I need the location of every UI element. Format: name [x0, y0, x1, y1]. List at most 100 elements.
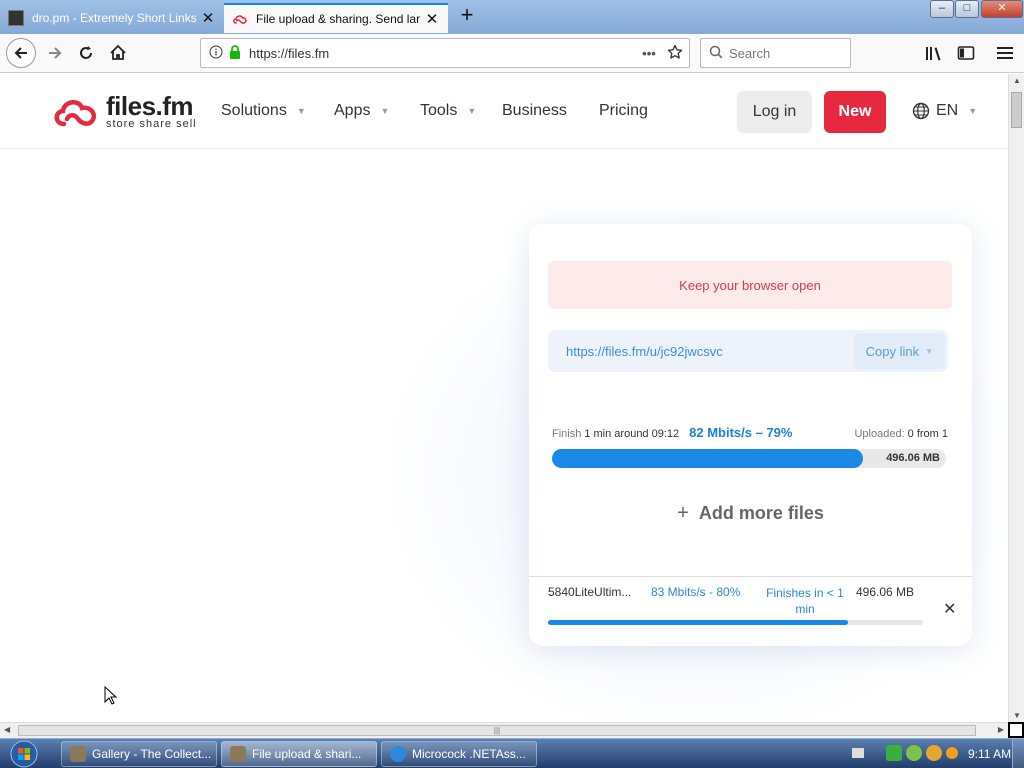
new-tab-button[interactable]: + [456, 4, 478, 27]
nav-label: Tools [420, 102, 458, 119]
add-more-label: Add more files [698, 503, 824, 523]
system-clock[interactable]: 9:11 AM [968, 747, 1011, 761]
task-label: Microcock .NETAss... [412, 747, 526, 761]
window-close-button[interactable]: ✕ [981, 0, 1023, 18]
resize-corner [1008, 722, 1024, 738]
network-icon[interactable] [886, 745, 902, 761]
ie-app-icon [390, 746, 406, 762]
upload-card: Keep your browser open https://files.fm/… [529, 224, 972, 646]
info-icon[interactable] [209, 44, 223, 62]
chevron-down-icon: ▼ [296, 106, 306, 116]
show-desktop-button[interactable] [1012, 739, 1024, 768]
horizontal-scrollbar[interactable]: ◀ ||| ▶ [0, 722, 1008, 738]
file-name: 5840LiteUltim... [548, 585, 632, 599]
file-eta: Finishes in < 1 min [766, 586, 844, 616]
home-icon [110, 44, 126, 60]
scroll-thumb[interactable]: ||| [18, 725, 976, 736]
tab-close-icon[interactable]: ✕ [424, 10, 440, 28]
arrow-left-icon [14, 47, 27, 59]
language-label: EN [936, 102, 959, 119]
window-minimize-button[interactable]: – [930, 0, 954, 18]
share-link-box: https://files.fm/u/jc92jwcsvc Copy link … [548, 330, 948, 372]
address-bar[interactable]: https://files.fm ••• [200, 38, 690, 68]
keep-browser-open-notice: Keep your browser open [548, 261, 952, 309]
browser-toolbar: https://files.fm ••• Search [0, 34, 1024, 73]
nav-label: Solutions [221, 102, 287, 119]
reload-button[interactable] [71, 38, 101, 68]
keyboard-icon[interactable] [852, 748, 864, 758]
chevron-down-icon: ▼ [968, 106, 978, 116]
mouse-pointer-icon [104, 686, 118, 705]
new-upload-button[interactable]: New [824, 91, 886, 133]
nav-label: Pricing [599, 102, 648, 119]
progress-fill [548, 620, 848, 625]
language-select[interactable]: EN ▼ [912, 102, 977, 120]
login-button[interactable]: Log in [737, 91, 812, 133]
browser-app-icon [70, 746, 86, 762]
file-upload-row: 5840LiteUltim... 83 Mbits/s - 80% Finish… [529, 576, 972, 646]
taskbar-item-gallery[interactable]: Gallery - The Collect... [61, 741, 217, 767]
search-placeholder: Search [729, 45, 771, 61]
uploaded-label: Uploaded: [854, 428, 905, 440]
uploaded-count: 0 from 1 [907, 428, 948, 440]
back-button[interactable] [6, 38, 36, 68]
hamburger-menu-icon[interactable] [994, 42, 1016, 64]
windows-taskbar: Gallery - The Collect... File upload & s… [0, 738, 1024, 768]
task-label: Gallery - The Collect... [92, 747, 212, 761]
file-speed: 83 Mbits/s - 80% [651, 585, 741, 599]
scroll-left-icon[interactable]: ◀ [4, 725, 10, 734]
bookmark-star-icon[interactable] [661, 44, 689, 63]
cancel-file-icon[interactable]: ✕ [943, 599, 956, 619]
browser-tab-dropm[interactable]: dro.pm - Extremely Short Links ✕ [0, 3, 224, 33]
scroll-thumb[interactable] [1011, 92, 1022, 128]
start-button[interactable] [4, 740, 44, 768]
home-button[interactable] [103, 38, 133, 68]
chevron-down-icon: ▼ [925, 346, 933, 356]
search-input[interactable]: Search [700, 38, 851, 68]
logo-tagline: store share sell [106, 118, 197, 130]
nav-business[interactable]: Business [502, 102, 567, 120]
vertical-scrollbar[interactable]: ▲ ▼ [1008, 74, 1024, 722]
tab-close-icon[interactable]: ✕ [200, 9, 216, 27]
taskbar-item-microcock[interactable]: Microcock .NETAss... [381, 741, 537, 767]
total-size: 496.06 MB [886, 452, 940, 464]
reload-icon [80, 46, 92, 59]
system-tray [852, 745, 962, 761]
progress-fill [552, 449, 864, 468]
taskbar-item-filesfm[interactable]: File upload & shari... [221, 741, 377, 767]
nav-tools[interactable]: Tools ▼ [420, 102, 476, 120]
share-url[interactable]: https://files.fm/u/jc92jwcsvc [548, 344, 854, 359]
window-maximize-button[interactable]: □ [955, 0, 979, 18]
dropm-favicon-icon [8, 10, 24, 26]
nav-pricing[interactable]: Pricing [599, 102, 648, 120]
windows-logo-icon [10, 740, 38, 768]
search-tray-icon[interactable] [946, 747, 958, 759]
copy-link-button[interactable]: Copy link ▼ [853, 333, 945, 369]
filesfm-logo[interactable]: files.fm store share sell [52, 91, 197, 130]
url-text[interactable]: https://files.fm [249, 46, 637, 61]
task-label: File upload & shari... [252, 747, 362, 761]
scroll-right-icon[interactable]: ▶ [998, 725, 1004, 734]
filesfm-favicon-icon [232, 11, 248, 27]
lock-icon[interactable] [229, 44, 241, 62]
nav-solutions[interactable]: Solutions ▼ [221, 102, 306, 120]
scroll-up-icon[interactable]: ▲ [1013, 76, 1021, 85]
volume-icon[interactable] [926, 745, 942, 761]
browser-tab-filesfm[interactable]: File upload & sharing. Send lar ✕ [224, 3, 448, 33]
site-header: files.fm store share sell Solutions ▼ Ap… [0, 74, 1008, 149]
browser-tab-strip: dro.pm - Extremely Short Links ✕ File up… [0, 0, 1024, 34]
forward-button[interactable] [40, 38, 70, 68]
scroll-down-icon[interactable]: ▼ [1013, 711, 1021, 720]
sidebar-toggle-icon[interactable] [955, 42, 977, 64]
logo-name: files.fm [106, 91, 194, 121]
page-actions-icon[interactable]: ••• [637, 46, 661, 61]
nav-apps[interactable]: Apps ▼ [334, 102, 389, 120]
copy-link-label: Copy link [865, 343, 920, 359]
add-more-files-button[interactable]: + Add more files [529, 502, 972, 525]
tab-title: File upload & sharing. Send lar [256, 12, 421, 26]
arrow-right-icon [49, 47, 62, 59]
library-icon[interactable] [923, 42, 945, 64]
chevron-down-icon: ▼ [467, 106, 477, 116]
nav-label: Business [502, 102, 567, 119]
security-icon[interactable] [906, 745, 922, 761]
